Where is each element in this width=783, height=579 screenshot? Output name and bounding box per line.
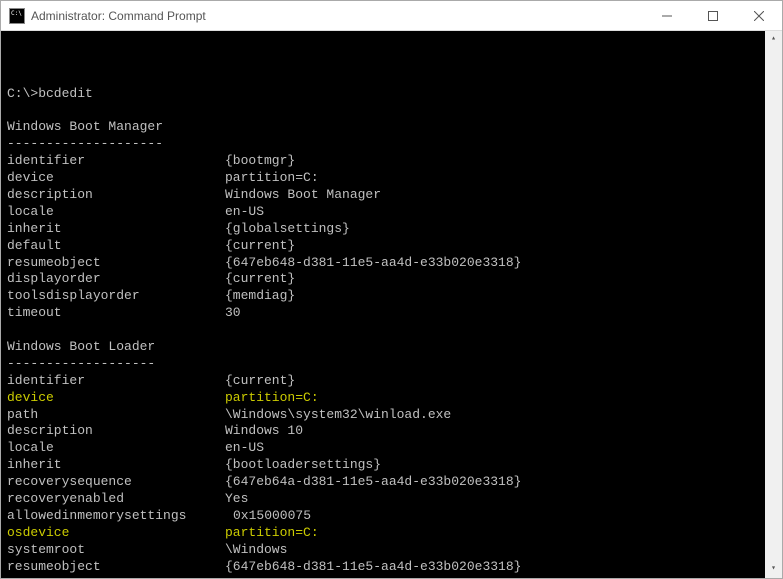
row-value: {647eb648-d381-11e5-aa4d-e33b020e3318} (225, 255, 521, 272)
output-row: descriptionWindows Boot Manager (7, 187, 758, 204)
row-key: nx (7, 576, 225, 579)
output-row: devicepartition=C: (7, 170, 758, 187)
row-key: device (7, 390, 225, 407)
row-value: partition=C: (225, 170, 319, 187)
window-title: Administrator: Command Prompt (31, 9, 644, 23)
row-key: timeout (7, 305, 225, 322)
row-key: recoverysequence (7, 474, 225, 491)
output-row: localeen-US (7, 204, 758, 221)
scroll-down-icon[interactable]: ▾ (765, 561, 782, 578)
row-value: en-US (225, 204, 264, 221)
row-value: \Windows\system32\winload.exe (225, 407, 451, 424)
console-area[interactable]: C:\>bcdedit Windows Boot Manager--------… (1, 31, 782, 578)
output-row: nxOptIn (7, 576, 758, 579)
output-row: toolsdisplayorder{memdiag} (7, 288, 758, 305)
section-divider: ------------------- (7, 356, 758, 373)
scroll-up-icon[interactable]: ▴ (765, 31, 782, 48)
output-row: resumeobject{647eb648-d381-11e5-aa4d-e33… (7, 559, 758, 576)
row-key: description (7, 423, 225, 440)
prompt-command: C:\>bcdedit (7, 86, 758, 103)
row-value: {647eb648-d381-11e5-aa4d-e33b020e3318} (225, 559, 521, 576)
output-row: resumeobject{647eb648-d381-11e5-aa4d-e33… (7, 255, 758, 272)
output-row: displayorder{current} (7, 271, 758, 288)
row-value: OptIn (225, 576, 264, 579)
row-value: {globalsettings} (225, 221, 350, 238)
row-key: locale (7, 440, 225, 457)
row-key: recoveryenabled (7, 491, 225, 508)
output-row: recoverysequence{647eb64a-d381-11e5-aa4d… (7, 474, 758, 491)
output-row: path\Windows\system32\winload.exe (7, 407, 758, 424)
row-key: description (7, 187, 225, 204)
row-key: inherit (7, 221, 225, 238)
section-header: Windows Boot Manager (7, 119, 758, 136)
row-value: Windows 10 (225, 423, 303, 440)
row-value: partition=C: (225, 525, 319, 542)
output-row: identifier{bootmgr} (7, 153, 758, 170)
row-key: default (7, 238, 225, 255)
row-key: locale (7, 204, 225, 221)
row-key: resumeobject (7, 559, 225, 576)
command-prompt-window: Administrator: Command Prompt C:\>bcdedi… (0, 0, 783, 579)
row-key: toolsdisplayorder (7, 288, 225, 305)
window-controls (644, 1, 782, 30)
row-key: displayorder (7, 271, 225, 288)
output-row: recoveryenabledYes (7, 491, 758, 508)
output-row: allowedinmemorysettings0x15000075 (7, 508, 758, 525)
output-row: default{current} (7, 238, 758, 255)
row-key: allowedinmemorysettings (7, 508, 233, 525)
row-value: {memdiag} (225, 288, 295, 305)
output-row: localeen-US (7, 440, 758, 457)
row-key: device (7, 170, 225, 187)
titlebar: Administrator: Command Prompt (1, 1, 782, 31)
row-value: Yes (225, 491, 248, 508)
output-row: descriptionWindows 10 (7, 423, 758, 440)
row-value: partition=C: (225, 390, 319, 407)
section-divider: -------------------- (7, 136, 758, 153)
output-row: devicepartition=C: (7, 390, 758, 407)
section-header: Windows Boot Loader (7, 339, 758, 356)
output-row: inherit{globalsettings} (7, 221, 758, 238)
row-key: osdevice (7, 525, 225, 542)
row-value: {current} (225, 373, 295, 390)
row-key: identifier (7, 373, 225, 390)
minimize-button[interactable] (644, 1, 690, 30)
close-button[interactable] (736, 1, 782, 30)
row-value: {current} (225, 271, 295, 288)
row-value: {bootloadersettings} (225, 457, 381, 474)
row-value: {647eb64a-d381-11e5-aa4d-e33b020e3318} (225, 474, 521, 491)
row-value: Windows Boot Manager (225, 187, 381, 204)
row-value: {current} (225, 238, 295, 255)
output-row: timeout30 (7, 305, 758, 322)
output-row: systemroot\Windows (7, 542, 758, 559)
scroll-track[interactable] (765, 48, 782, 561)
row-value: \Windows (225, 542, 287, 559)
row-value: {bootmgr} (225, 153, 295, 170)
row-value: 0x15000075 (233, 508, 311, 525)
row-value: en-US (225, 440, 264, 457)
output-row: osdevicepartition=C: (7, 525, 758, 542)
row-key: resumeobject (7, 255, 225, 272)
scrollbar[interactable]: ▴ ▾ (765, 31, 782, 578)
maximize-button[interactable] (690, 1, 736, 30)
row-key: systemroot (7, 542, 225, 559)
row-key: path (7, 407, 225, 424)
row-key: inherit (7, 457, 225, 474)
cmd-icon (9, 8, 25, 24)
row-value: 30 (225, 305, 241, 322)
output-row: inherit{bootloadersettings} (7, 457, 758, 474)
output-row: identifier{current} (7, 373, 758, 390)
row-key: identifier (7, 153, 225, 170)
